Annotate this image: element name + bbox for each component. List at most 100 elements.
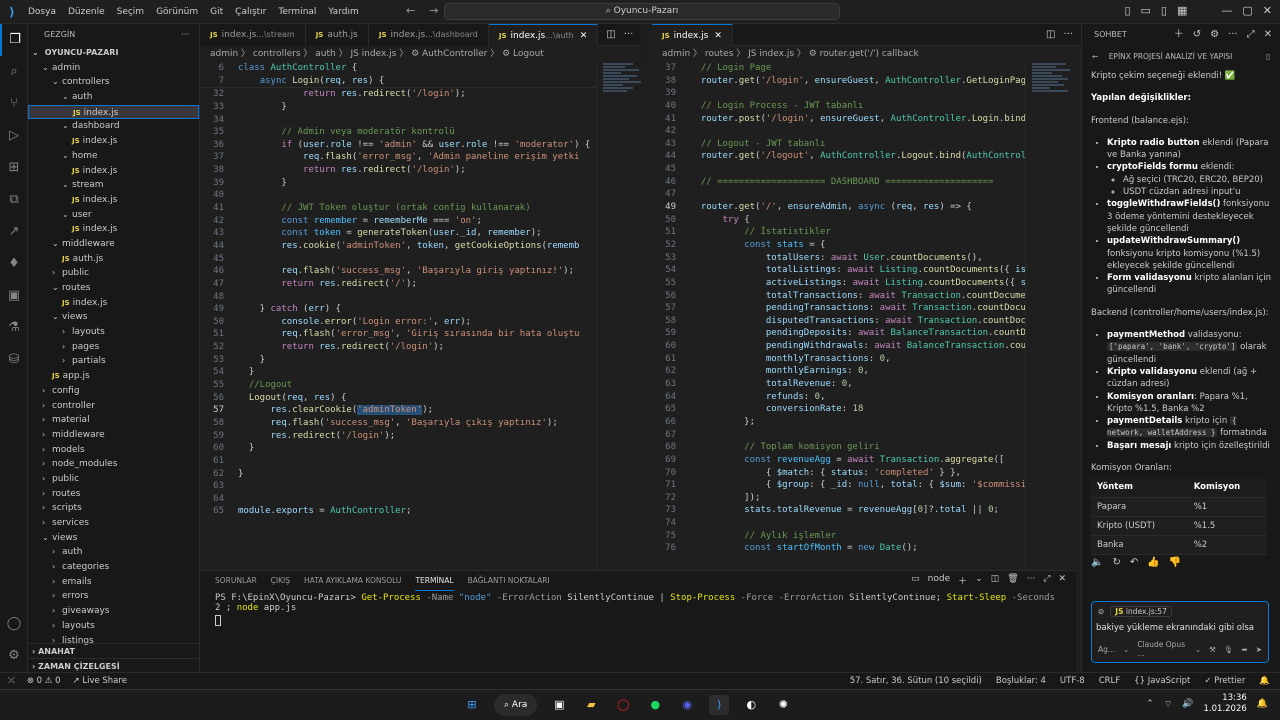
line-ending[interactable]: CRLF: [1099, 676, 1120, 686]
account-icon[interactable]: ◯: [0, 608, 28, 640]
tree-file[interactable]: JS auth.js: [28, 252, 199, 267]
chevron-up-icon[interactable]: ⌃: [1146, 699, 1154, 709]
menu-item[interactable]: Yardım: [328, 7, 358, 17]
database-icon[interactable]: ⛁: [0, 344, 28, 376]
editor-tab[interactable]: JS index.js...\auth ✕: [488, 24, 599, 46]
split-editor-icon[interactable]: ◫: [606, 24, 615, 45]
customize-layout-icon[interactable]: ▦: [1177, 4, 1187, 17]
extensions-icon[interactable]: ⊞: [0, 152, 28, 184]
discord-icon[interactable]: ◉: [677, 695, 697, 715]
tree-folder[interactable]: › layouts: [28, 619, 199, 634]
tree-folder[interactable]: › categories: [28, 560, 199, 575]
tree-folder[interactable]: › material: [28, 413, 199, 428]
tree-folder[interactable]: › services: [28, 516, 199, 531]
tree-folder[interactable]: ⌄ admin: [28, 61, 199, 76]
workspace-root[interactable]: ⌄ OYUNCU-PAZARI: [28, 46, 199, 61]
problems-indicator[interactable]: ⊗ 0 ⚠ 0: [27, 676, 61, 686]
chat-input-text[interactable]: bakiye yükleme ekranındaki gibi olsa: [1092, 621, 1268, 635]
tree-folder[interactable]: › middleware: [28, 428, 199, 443]
tree-folder[interactable]: ⌄ views: [28, 310, 199, 325]
tree-folder[interactable]: › auth: [28, 545, 199, 560]
mic-icon[interactable]: 🎙: [1224, 645, 1234, 654]
code-editor-left[interactable]: 6 class AuthController { 7 async Login(re…: [200, 62, 652, 570]
live-share-button[interactable]: ↗ Live Share: [73, 676, 127, 686]
speaker-icon[interactable]: 🔈: [1091, 557, 1103, 569]
panel-tab[interactable]: SORUNLAR: [215, 571, 257, 591]
file-explorer-icon[interactable]: ▰: [581, 695, 601, 715]
forward-arrow-icon[interactable]: →: [429, 4, 438, 17]
tree-file[interactable]: JS index.js: [28, 164, 199, 179]
thumbs-down-icon[interactable]: 👎: [1169, 557, 1181, 569]
remote-explorer-icon[interactable]: ⧉: [0, 184, 28, 216]
task-view-icon[interactable]: ▣: [549, 695, 569, 715]
language-mode[interactable]: {} JavaScript: [1134, 676, 1190, 686]
wifi-icon[interactable]: ⌔: [1164, 699, 1172, 710]
settings-gear-icon[interactable]: ⚙: [1210, 24, 1219, 46]
vscode-taskbar-icon[interactable]: ⟩: [709, 695, 730, 715]
chat-input-box[interactable]: ⊘ JS index.js:57 bakiye yükleme ekranınd…: [1091, 601, 1269, 663]
undo-icon[interactable]: ↶: [1130, 557, 1138, 569]
minimap-left[interactable]: [596, 62, 652, 570]
layout-sidebar-icon[interactable]: ▯: [1124, 4, 1130, 17]
notifications-icon[interactable]: 🔔: [1259, 676, 1270, 686]
tree-folder[interactable]: › models: [28, 443, 199, 458]
layout-secondary-icon[interactable]: ▯: [1161, 4, 1167, 17]
tree-file[interactable]: JS index.js: [28, 193, 199, 208]
minimize-icon[interactable]: —: [1221, 4, 1232, 17]
panel-tab[interactable]: HATA AYIKLAMA KONSOLU: [304, 571, 401, 591]
menu-item[interactable]: Seçim: [117, 7, 144, 17]
more-actions-icon[interactable]: ···: [1063, 24, 1073, 45]
tree-folder[interactable]: › scripts: [28, 501, 199, 516]
tree-file[interactable]: JS index.js: [28, 222, 199, 237]
maximize-panel-icon[interactable]: ⤢: [1043, 574, 1050, 587]
tree-folder[interactable]: › giveaways: [28, 604, 199, 619]
close-icon[interactable]: ✕: [1264, 24, 1272, 46]
menu-item[interactable]: Çalıştır: [235, 7, 266, 17]
agent-mode-select[interactable]: Ag...: [1098, 645, 1115, 654]
windows-start-icon[interactable]: ⊞: [462, 695, 482, 715]
terminal-output[interactable]: PS F:\EpinX\Oyuncu-Pazarı> Get-Process -…: [200, 591, 1076, 628]
retry-icon[interactable]: ↻: [1112, 557, 1120, 569]
close-tab-icon[interactable]: ✕: [714, 31, 722, 41]
tree-folder[interactable]: ⌄ middleware: [28, 237, 199, 252]
menu-item[interactable]: Terminal: [278, 7, 316, 17]
docker-icon[interactable]: ▣: [0, 280, 28, 312]
remote-indicator-icon[interactable]: ⤫: [8, 676, 15, 686]
send-icon[interactable]: ➤: [1256, 645, 1262, 654]
add-terminal-icon[interactable]: ＋: [958, 574, 967, 587]
encoding[interactable]: UTF-8: [1060, 676, 1085, 686]
menu-item[interactable]: Görünüm: [156, 7, 198, 17]
search-icon[interactable]: ⌕: [0, 56, 28, 88]
forward-icon[interactable]: ➦: [1241, 645, 1247, 654]
editor-tab[interactable]: JS auth.js: [305, 24, 369, 46]
tree-folder[interactable]: › controller: [28, 399, 199, 414]
taskbar-search[interactable]: ⌕ Ara: [494, 694, 538, 716]
tree-folder[interactable]: ⌄ auth: [28, 90, 199, 105]
code-editor-right[interactable]: 37 // Login Page 38 router.get('/login',…: [652, 62, 1081, 570]
outline-section[interactable]: › ANAHAT: [28, 643, 199, 658]
chatgpt-icon[interactable]: ✺: [773, 695, 793, 715]
indentation[interactable]: Boşluklar: 4: [996, 676, 1046, 686]
tree-folder[interactable]: › routes: [28, 487, 199, 502]
tree-folder[interactable]: ⌄ dashboard: [28, 119, 199, 134]
spotify-icon[interactable]: ●: [645, 695, 665, 715]
tree-folder[interactable]: › emails: [28, 575, 199, 590]
sidebar-toggle-icon[interactable]: ▯: [1266, 46, 1270, 68]
settings-gear-icon[interactable]: ⚙: [0, 640, 28, 672]
maximize-icon[interactable]: ▢: [1242, 4, 1252, 17]
tree-folder[interactable]: › public: [28, 266, 199, 281]
breadcrumb-right[interactable]: admin 〉 routes 〉 JS index.js 〉 ⚙ router.…: [652, 46, 1081, 62]
tree-folder[interactable]: › errors: [28, 589, 199, 604]
more-actions-icon[interactable]: ···: [181, 24, 189, 46]
tree-folder[interactable]: ⌄ user: [28, 208, 199, 223]
source-control-icon[interactable]: ⑂: [0, 88, 28, 120]
close-tab-icon[interactable]: ✕: [580, 31, 588, 41]
panel-tab[interactable]: BAĞLANTI NOKTALARI: [468, 571, 550, 591]
chevron-down-icon[interactable]: ⌄: [1195, 645, 1201, 654]
split-terminal-icon[interactable]: ◫: [991, 574, 1000, 587]
tree-file[interactable]: JS app.js: [28, 369, 199, 384]
chevron-down-icon[interactable]: ⌄: [1123, 645, 1129, 654]
editor-tab[interactable]: JS index.js...\dashboard: [368, 24, 489, 46]
run-debug-icon[interactable]: ▷: [0, 120, 28, 152]
tree-folder[interactable]: ⌄ routes: [28, 281, 199, 296]
